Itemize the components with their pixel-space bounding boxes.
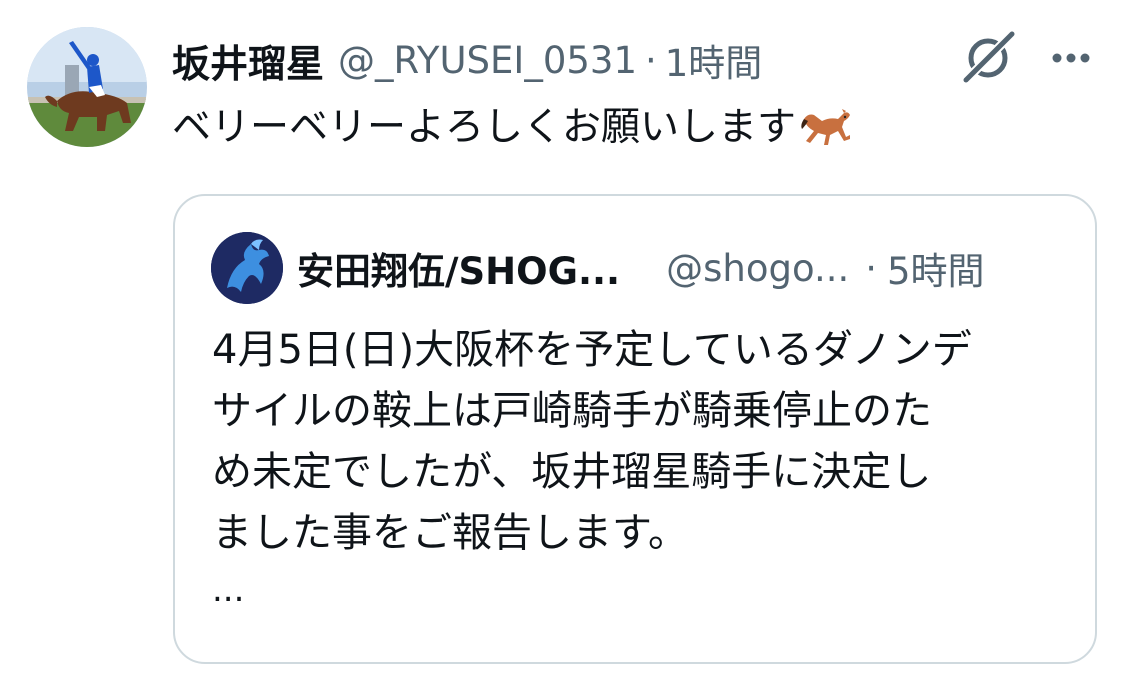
quoted-author-name[interactable]: 安田翔伍/SHOG...	[297, 241, 620, 295]
quoted-text-line: 4月5日(日)大阪杯を予定しているダノンデ	[212, 327, 972, 373]
quoted-tweet-header: 安田翔伍/SHOG... @shogo... · 5時間	[297, 238, 1059, 298]
more-options-icon[interactable]	[1046, 38, 1096, 78]
tweet-text-body: ベリーベリーよろしくお願いします	[172, 105, 797, 150]
author-name[interactable]: 坂井瑠星	[172, 33, 324, 88]
quoted-author-avatar[interactable]	[211, 232, 283, 304]
tweet-text: ベリーベリーよろしくお願いします	[172, 100, 852, 156]
tweet[interactable]: 坂井瑠星 @_RYUSEI_0531 · 1時間 ベリーベリーよろしくお願いしま…	[0, 0, 1143, 696]
truncation-ellipsis: ...	[212, 570, 245, 610]
separator-dot: ·	[644, 38, 657, 82]
quoted-tweet-text: 4月5日(日)大阪杯を予定しているダノンデ サイルの鞍上は戸崎騎手が騎乗停止のた…	[212, 320, 1072, 610]
author-avatar[interactable]	[27, 27, 147, 147]
quoted-text-line: ました事をご報告します。	[212, 510, 688, 556]
quoted-author-handle[interactable]: @shogo...	[666, 247, 849, 290]
horse-icon	[798, 105, 852, 151]
author-handle[interactable]: @_RYUSEI_0531	[338, 39, 637, 82]
separator-dot: ·	[865, 246, 878, 290]
quoted-tweet[interactable]: 安田翔伍/SHOG... @shogo... · 5時間 4月5日(日)大阪杯を…	[173, 194, 1097, 664]
tweet-header: 坂井瑠星 @_RYUSEI_0531 · 1時間	[172, 30, 762, 90]
grok-icon[interactable]	[958, 28, 1018, 88]
quoted-text-line: サイルの鞍上は戸崎騎手が騎乗停止のた	[212, 388, 932, 434]
quoted-tweet-timestamp[interactable]: 5時間	[887, 241, 985, 295]
tweet-timestamp[interactable]: 1時間	[665, 33, 763, 87]
quoted-text-line: め未定でしたが、坂井瑠星騎手に決定し	[212, 449, 932, 495]
